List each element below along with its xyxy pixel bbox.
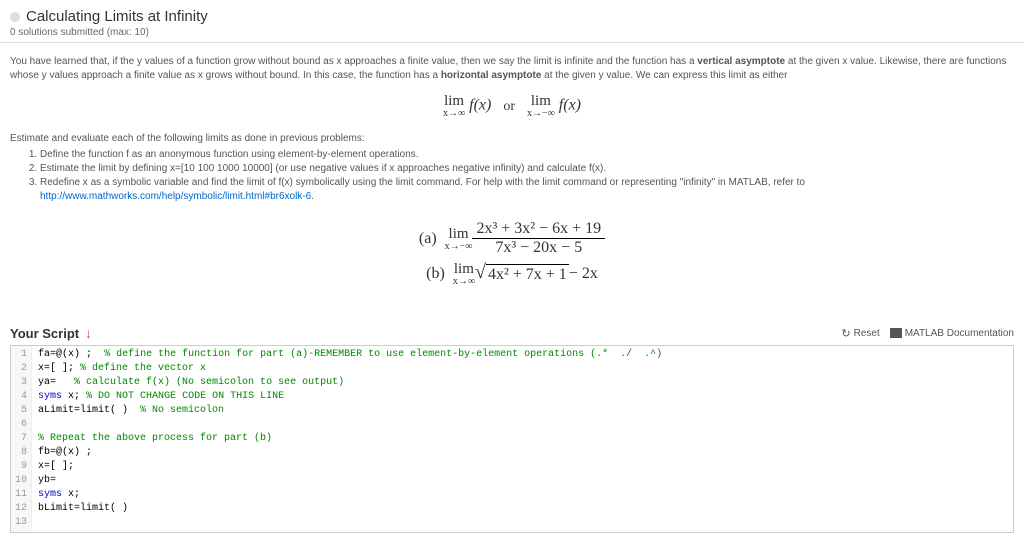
step-2-text: Estimate the limit by defining x=[10 100… <box>40 163 606 174</box>
step-2: Estimate the limit by defining x=[10 100… <box>40 162 1014 176</box>
intro-bold-1: vertical asymptote <box>697 56 785 67</box>
book-icon <box>890 328 902 338</box>
status-circle-icon <box>10 12 20 22</box>
line-number: 13 <box>15 516 27 530</box>
page-title: Calculating Limits at Infinity <box>26 8 208 25</box>
or-label: or <box>503 99 515 114</box>
download-arrow-icon: ↓ <box>85 325 92 341</box>
fx-label-2: f(x) <box>559 97 581 114</box>
code-line[interactable]: % Repeat the above process for part (b) <box>38 432 1007 446</box>
prob-a-lim: lim x→−∞ <box>445 226 473 252</box>
instructions-heading: Estimate and evaluate each of the follow… <box>10 133 1014 144</box>
code-line[interactable]: syms x; <box>38 488 1007 502</box>
doc-label: MATLAB Documentation <box>905 328 1014 339</box>
script-title-text: Your Script <box>10 326 79 341</box>
code-line[interactable]: syms x; % DO NOT CHANGE CODE ON THIS LIN… <box>38 390 1007 404</box>
reset-button[interactable]: ↻ Reset <box>841 327 879 340</box>
reset-label: Reset <box>854 328 880 339</box>
code-line[interactable]: yb= <box>38 474 1007 488</box>
limit-neg-infinity: lim x→−∞ <box>527 93 555 119</box>
script-section: Your Script ↓ ↻ Reset MATLAB Documentati… <box>0 325 1024 541</box>
line-number: 12 <box>15 502 27 516</box>
line-number: 7 <box>15 432 27 446</box>
matlab-help-link[interactable]: http://www.mathworks.com/help/symbolic/l… <box>40 191 311 202</box>
matlab-doc-button[interactable]: MATLAB Documentation <box>890 328 1014 339</box>
prob-b-tail: − 2x <box>569 265 598 283</box>
reset-icon: ↻ <box>841 327 850 340</box>
prob-b-lim-sub: x→∞ <box>453 276 475 287</box>
lim-sub-neginf: x→−∞ <box>527 108 555 119</box>
problem-equations: (a) lim x→−∞ 2x³ + 3x² − 6x + 19 7x³ − 2… <box>10 220 1014 287</box>
code-line[interactable]: bLimit=limit( ) <box>38 502 1007 516</box>
line-number: 9 <box>15 460 27 474</box>
code-line[interactable]: ya= % calculate f(x) (No semicolon to se… <box>38 376 1007 390</box>
prob-b-lim: lim x→∞ <box>453 261 475 287</box>
fx-label: f(x) <box>469 97 491 114</box>
code-line[interactable] <box>38 418 1007 432</box>
prob-b-sqrt: √ 4x² + 7x + 1 <box>475 264 569 284</box>
prob-b-sqrt-body: 4x² + 7x + 1 <box>486 264 569 284</box>
code-line[interactable]: fa=@(x) ; % define the function for part… <box>38 348 1007 362</box>
line-number: 1 <box>15 348 27 362</box>
lim-sub-posinf: x→∞ <box>443 108 465 119</box>
prob-b-label: (b) <box>426 265 445 283</box>
intro-text-3: at the given y value. We can express thi… <box>541 70 787 81</box>
script-header: Your Script ↓ ↻ Reset MATLAB Documentati… <box>10 325 1014 341</box>
sqrt-icon: √ <box>475 264 486 280</box>
code-line[interactable] <box>38 516 1007 530</box>
steps-list: Define the function f as an anonymous fu… <box>40 148 1014 204</box>
line-number: 4 <box>15 390 27 404</box>
prob-a-lim-sub: x→−∞ <box>445 241 473 252</box>
step-3: Redefine x as a symbolic variable and fi… <box>40 176 1014 204</box>
limit-pos-infinity: lim x→∞ <box>443 93 465 119</box>
prob-a-fraction: 2x³ + 3x² − 6x + 19 7x³ − 20x − 5 <box>472 220 605 257</box>
line-number: 2 <box>15 362 27 376</box>
problem-a: (a) lim x→−∞ 2x³ + 3x² − 6x + 19 7x³ − 2… <box>10 220 1014 257</box>
prob-a-denominator: 7x³ − 20x − 5 <box>472 238 605 257</box>
problem-b: (b) lim x→∞ √ 4x² + 7x + 1 − 2x <box>10 261 1014 287</box>
line-number: 10 <box>15 474 27 488</box>
line-number: 11 <box>15 488 27 502</box>
intro-text-1: You have learned that, if the y values o… <box>10 56 697 67</box>
intro-bold-2: horizontal asymptote <box>441 70 542 81</box>
line-number: 6 <box>15 418 27 432</box>
problem-description: You have learned that, if the y values o… <box>0 43 1024 325</box>
step-1: Define the function f as an anonymous fu… <box>40 148 1014 162</box>
page-header: Calculating Limits at Infinity 0 solutio… <box>0 0 1024 43</box>
code-line[interactable]: aLimit=limit( ) % No semicolon <box>38 404 1007 418</box>
code-line[interactable]: x=[ ]; <box>38 460 1007 474</box>
line-number: 8 <box>15 446 27 460</box>
prob-a-numerator: 2x³ + 3x² − 6x + 19 <box>472 220 605 238</box>
script-controls: ↻ Reset MATLAB Documentation <box>841 327 1014 340</box>
submission-count: 0 solutions submitted (max: 10) <box>10 27 1014 38</box>
step-3-text: Redefine x as a symbolic variable and fi… <box>40 177 805 188</box>
code-area[interactable]: fa=@(x) ; % define the function for part… <box>32 346 1013 532</box>
intro-paragraph: You have learned that, if the y values o… <box>10 55 1014 83</box>
line-gutter: 12345678910111213 <box>11 346 32 532</box>
limit-expression: lim x→∞ f(x) or lim x→−∞ f(x) <box>10 93 1014 119</box>
script-title: Your Script ↓ <box>10 325 92 341</box>
code-editor[interactable]: 12345678910111213 fa=@(x) ; % define the… <box>10 345 1014 533</box>
code-line[interactable]: x=[ ]; % define the vector x <box>38 362 1007 376</box>
line-number: 3 <box>15 376 27 390</box>
prob-a-label: (a) <box>419 230 437 248</box>
line-number: 5 <box>15 404 27 418</box>
code-line[interactable]: fb=@(x) ; <box>38 446 1007 460</box>
prob-a-lim-top: lim <box>445 226 473 243</box>
step-3-tail: . <box>311 191 314 202</box>
